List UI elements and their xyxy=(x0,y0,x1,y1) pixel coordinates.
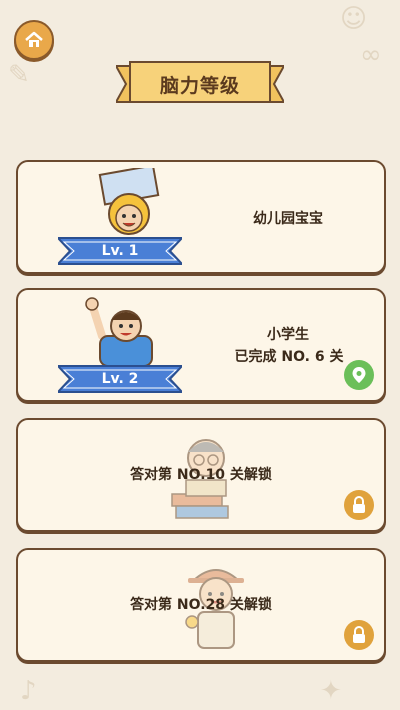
level-card-2[interactable]: Lv. 2 小学生 已完成 NO. 6 关 xyxy=(16,288,386,402)
level-label: Lv. 2 xyxy=(101,371,139,387)
level-name: 幼儿园宝宝 xyxy=(253,211,323,227)
locked-badge xyxy=(344,620,374,650)
home-button[interactable] xyxy=(14,20,54,60)
student-character-image xyxy=(85,297,153,366)
level-card-3[interactable]: 答对第 NO.10 关解锁 xyxy=(16,418,386,532)
lock-icon xyxy=(353,626,365,643)
level-progress-status: 已完成 NO. 6 关 xyxy=(234,349,344,365)
title-banner: 脑力等级 xyxy=(114,58,286,110)
kid-character-image xyxy=(98,168,160,235)
lock-icon xyxy=(353,496,365,513)
current-level-badge[interactable] xyxy=(344,360,374,390)
level-card-4[interactable]: 答对第 NO.28 关解锁 xyxy=(16,548,386,662)
level-label: Lv. 1 xyxy=(101,243,139,259)
unlock-condition: 答对第 NO.10 关解锁 xyxy=(130,467,272,483)
home-icon xyxy=(25,31,43,47)
level-ribbon: Lv. 2 xyxy=(55,362,185,396)
map-pin-icon xyxy=(352,367,366,383)
background-doodle: ♪ xyxy=(20,676,37,706)
unlock-condition: 答对第 NO.28 关解锁 xyxy=(130,597,272,613)
level-card-1[interactable]: Lv. 1 幼儿园宝宝 xyxy=(16,160,386,274)
background-doodle: ☺ xyxy=(340,4,368,34)
background-doodle: ✎ xyxy=(8,60,30,90)
background-doodle: ✦ xyxy=(320,676,342,706)
level-name: 小学生 xyxy=(267,327,309,343)
background-doodle: ∞ xyxy=(360,40,382,70)
page-title: 脑力等级 xyxy=(159,74,240,97)
level-ribbon: Lv. 1 xyxy=(55,234,185,268)
locked-badge xyxy=(344,490,374,520)
